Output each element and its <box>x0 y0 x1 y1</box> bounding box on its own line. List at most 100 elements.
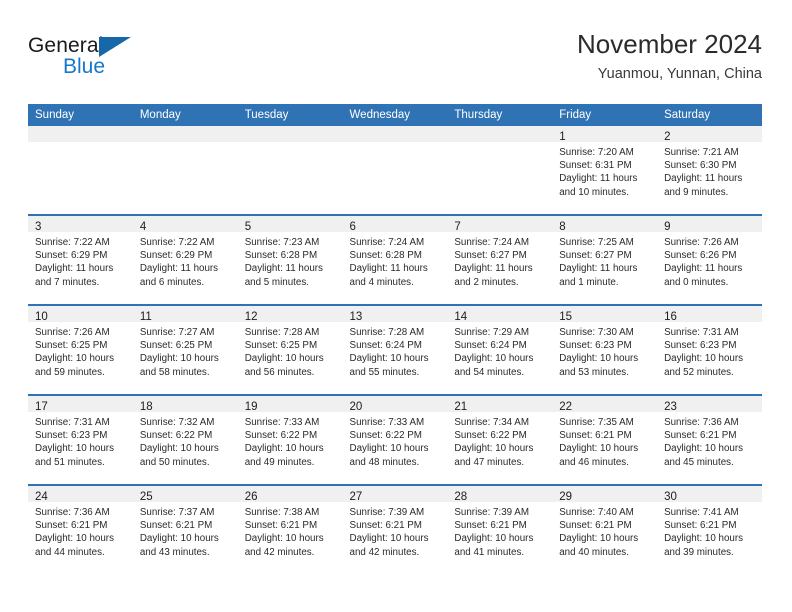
day-cell[interactable]: 8 Sunrise: 7:25 AM Sunset: 6:27 PM Dayli… <box>552 214 658 305</box>
sunrise-text: Sunrise: 7:23 AM <box>244 237 320 248</box>
daylight-text-line2: and 47 minutes. <box>454 456 525 468</box>
day-cell[interactable]: 27 Sunrise: 7:39 AM Sunset: 6:21 PM Dayl… <box>342 484 448 574</box>
daylight-text-line1: Daylight: 10 hours <box>244 533 324 545</box>
sunset-text: Sunset: 6:25 PM <box>244 340 318 352</box>
daylight-text-line1: Daylight: 11 hours <box>244 263 323 275</box>
day-cell[interactable]: 6 Sunrise: 7:24 AM Sunset: 6:28 PM Dayli… <box>342 214 448 305</box>
daylight-text-line1: Daylight: 11 hours <box>35 263 114 275</box>
daylight-text-line2: and 10 minutes. <box>559 186 629 198</box>
day-number: 8 <box>559 221 566 233</box>
sunrise-text: Sunrise: 7:26 AM <box>664 237 739 248</box>
weekday-header-monday: Monday <box>132 104 238 126</box>
day-number: 11 <box>139 311 152 323</box>
day-number: 14 <box>454 311 468 323</box>
daylight-text-line1: Daylight: 10 hours <box>139 533 219 545</box>
calendar-body: 1 Sunrise: 7:20 AM Sunset: 6:31 PM Dayli… <box>28 126 762 574</box>
day-cell[interactable]: 17 Sunrise: 7:31 AM Sunset: 6:23 PM Dayl… <box>28 394 133 485</box>
day-cell[interactable]: 16 Sunrise: 7:31 AM Sunset: 6:23 PM Dayl… <box>657 304 762 395</box>
day-cell[interactable]: 24 Sunrise: 7:36 AM Sunset: 6:21 PM Dayl… <box>28 484 133 574</box>
day-number: 24 <box>35 491 48 503</box>
day-cell[interactable]: 28 Sunrise: 7:39 AM Sunset: 6:21 PM Dayl… <box>447 484 553 574</box>
day-cell[interactable]: 20 Sunrise: 7:33 AM Sunset: 6:22 PM Dayl… <box>342 394 448 485</box>
day-cell[interactable]: 22 Sunrise: 7:35 AM Sunset: 6:21 PM Dayl… <box>552 394 658 485</box>
sunrise-text: Sunrise: 7:31 AM <box>664 327 739 338</box>
daylight-text-line1: Daylight: 10 hours <box>454 353 534 365</box>
daylight-text-line2: and 55 minutes. <box>349 366 420 378</box>
day-cell[interactable]: 25 Sunrise: 7:37 AM Sunset: 6:21 PM Dayl… <box>132 484 238 574</box>
sunset-text: Sunset: 6:23 PM <box>664 340 737 352</box>
sunrise-text: Sunrise: 7:30 AM <box>559 327 634 338</box>
daylight-text-line2: and 50 minutes. <box>139 456 210 468</box>
daylight-text-line1: Daylight: 10 hours <box>244 353 324 365</box>
sunset-text: Sunset: 6:21 PM <box>35 520 108 532</box>
day-cell[interactable] <box>237 126 343 215</box>
daylight-text-line2: and 0 minutes. <box>664 276 729 288</box>
sunset-text: Sunset: 6:25 PM <box>139 340 213 352</box>
day-cell[interactable]: 7 Sunrise: 7:24 AM Sunset: 6:27 PM Dayli… <box>447 214 553 305</box>
day-cell[interactable]: 11 Sunrise: 7:27 AM Sunset: 6:25 PM Dayl… <box>132 304 238 395</box>
sunset-text: Sunset: 6:23 PM <box>559 340 632 352</box>
daylight-text-line1: Daylight: 11 hours <box>559 173 638 185</box>
day-number: 22 <box>559 401 573 413</box>
day-cell[interactable] <box>342 126 448 215</box>
day-number: 18 <box>139 401 153 413</box>
day-cell[interactable]: 12 Sunrise: 7:28 AM Sunset: 6:25 PM Dayl… <box>237 304 343 395</box>
day-cell[interactable]: 2 Sunrise: 7:21 AM Sunset: 6:30 PM Dayli… <box>657 126 762 215</box>
daylight-text-line2: and 6 minutes. <box>139 276 205 288</box>
day-cell[interactable]: 30 Sunrise: 7:41 AM Sunset: 6:21 PM Dayl… <box>657 484 762 574</box>
day-number: 16 <box>664 311 677 323</box>
daylight-text-line2: and 56 minutes. <box>244 366 315 378</box>
calendar-page: General Blue November 2024 Yuanmou, Yunn… <box>0 0 792 612</box>
weekday-header-row: Sunday Monday Tuesday Wednesday Thursday… <box>28 104 762 126</box>
sunset-text: Sunset: 6:27 PM <box>559 250 632 262</box>
daylight-text-line2: and 41 minutes. <box>454 546 525 558</box>
day-number: 3 <box>35 221 42 233</box>
day-cell[interactable]: 18 Sunrise: 7:32 AM Sunset: 6:22 PM Dayl… <box>132 394 238 485</box>
day-cell[interactable]: 21 Sunrise: 7:34 AM Sunset: 6:22 PM Dayl… <box>447 394 553 485</box>
sunrise-text: Sunrise: 7:33 AM <box>244 417 320 428</box>
day-cell[interactable]: 23 Sunrise: 7:36 AM Sunset: 6:21 PM Dayl… <box>657 394 762 485</box>
sunrise-text: Sunrise: 7:41 AM <box>664 507 739 518</box>
day-cell[interactable]: 10 Sunrise: 7:26 AM Sunset: 6:25 PM Dayl… <box>28 304 133 395</box>
weekday-header-sunday: Sunday <box>28 104 133 126</box>
day-cell[interactable]: 5 Sunrise: 7:23 AM Sunset: 6:28 PM Dayli… <box>237 214 343 305</box>
day-cell[interactable]: 19 Sunrise: 7:33 AM Sunset: 6:22 PM Dayl… <box>237 394 343 485</box>
day-cell[interactable]: 1 Sunrise: 7:20 AM Sunset: 6:31 PM Dayli… <box>552 126 658 215</box>
sunrise-text: Sunrise: 7:39 AM <box>454 507 529 518</box>
sunset-text: Sunset: 6:22 PM <box>454 430 527 442</box>
sunrise-text: Sunrise: 7:39 AM <box>349 507 425 518</box>
weekday-header-wednesday: Wednesday <box>342 104 448 126</box>
daylight-text-line1: Daylight: 10 hours <box>139 353 219 365</box>
daylight-text-line1: Daylight: 10 hours <box>35 443 114 455</box>
day-cell[interactable]: 15 Sunrise: 7:30 AM Sunset: 6:23 PM Dayl… <box>552 304 658 395</box>
sunset-text: Sunset: 6:31 PM <box>559 160 632 172</box>
daylight-text-line1: Daylight: 11 hours <box>454 263 533 275</box>
daylight-text-line2: and 44 minutes. <box>35 546 105 558</box>
daylight-text-line2: and 53 minutes. <box>559 366 629 378</box>
sunrise-text: Sunrise: 7:29 AM <box>454 327 529 338</box>
daylight-text-line2: and 4 minutes. <box>349 276 414 288</box>
daylight-text-line1: Daylight: 10 hours <box>664 533 744 545</box>
daylight-text-line1: Daylight: 10 hours <box>139 443 219 455</box>
day-number: 21 <box>454 401 468 413</box>
day-number: 28 <box>454 491 468 503</box>
daylight-text-line2: and 1 minute. <box>559 276 619 288</box>
day-cell[interactable]: 29 Sunrise: 7:40 AM Sunset: 6:21 PM Dayl… <box>552 484 658 574</box>
day-cell[interactable]: 26 Sunrise: 7:38 AM Sunset: 6:21 PM Dayl… <box>237 484 343 574</box>
day-cell[interactable] <box>447 126 553 215</box>
day-cell[interactable]: 9 Sunrise: 7:26 AM Sunset: 6:26 PM Dayli… <box>657 214 762 305</box>
day-cell[interactable] <box>28 126 133 215</box>
calendar-week-row: 1 Sunrise: 7:20 AM Sunset: 6:31 PM Dayli… <box>28 126 762 215</box>
sunrise-text: Sunrise: 7:37 AM <box>139 507 215 518</box>
daylight-text-line2: and 54 minutes. <box>454 366 525 378</box>
day-cell[interactable]: 13 Sunrise: 7:28 AM Sunset: 6:24 PM Dayl… <box>342 304 448 395</box>
day-cell[interactable]: 3 Sunrise: 7:22 AM Sunset: 6:29 PM Dayli… <box>28 214 133 305</box>
day-cell[interactable]: 4 Sunrise: 7:22 AM Sunset: 6:29 PM Dayli… <box>132 214 238 305</box>
day-cell[interactable]: 14 Sunrise: 7:29 AM Sunset: 6:24 PM Dayl… <box>447 304 553 395</box>
sunrise-text: Sunrise: 7:22 AM <box>35 237 110 248</box>
day-cell[interactable] <box>132 126 238 215</box>
sunrise-text: Sunrise: 7:36 AM <box>35 507 110 518</box>
day-number: 4 <box>139 221 147 233</box>
weekday-header-thursday: Thursday <box>447 104 553 126</box>
sunrise-text: Sunrise: 7:25 AM <box>559 237 634 248</box>
